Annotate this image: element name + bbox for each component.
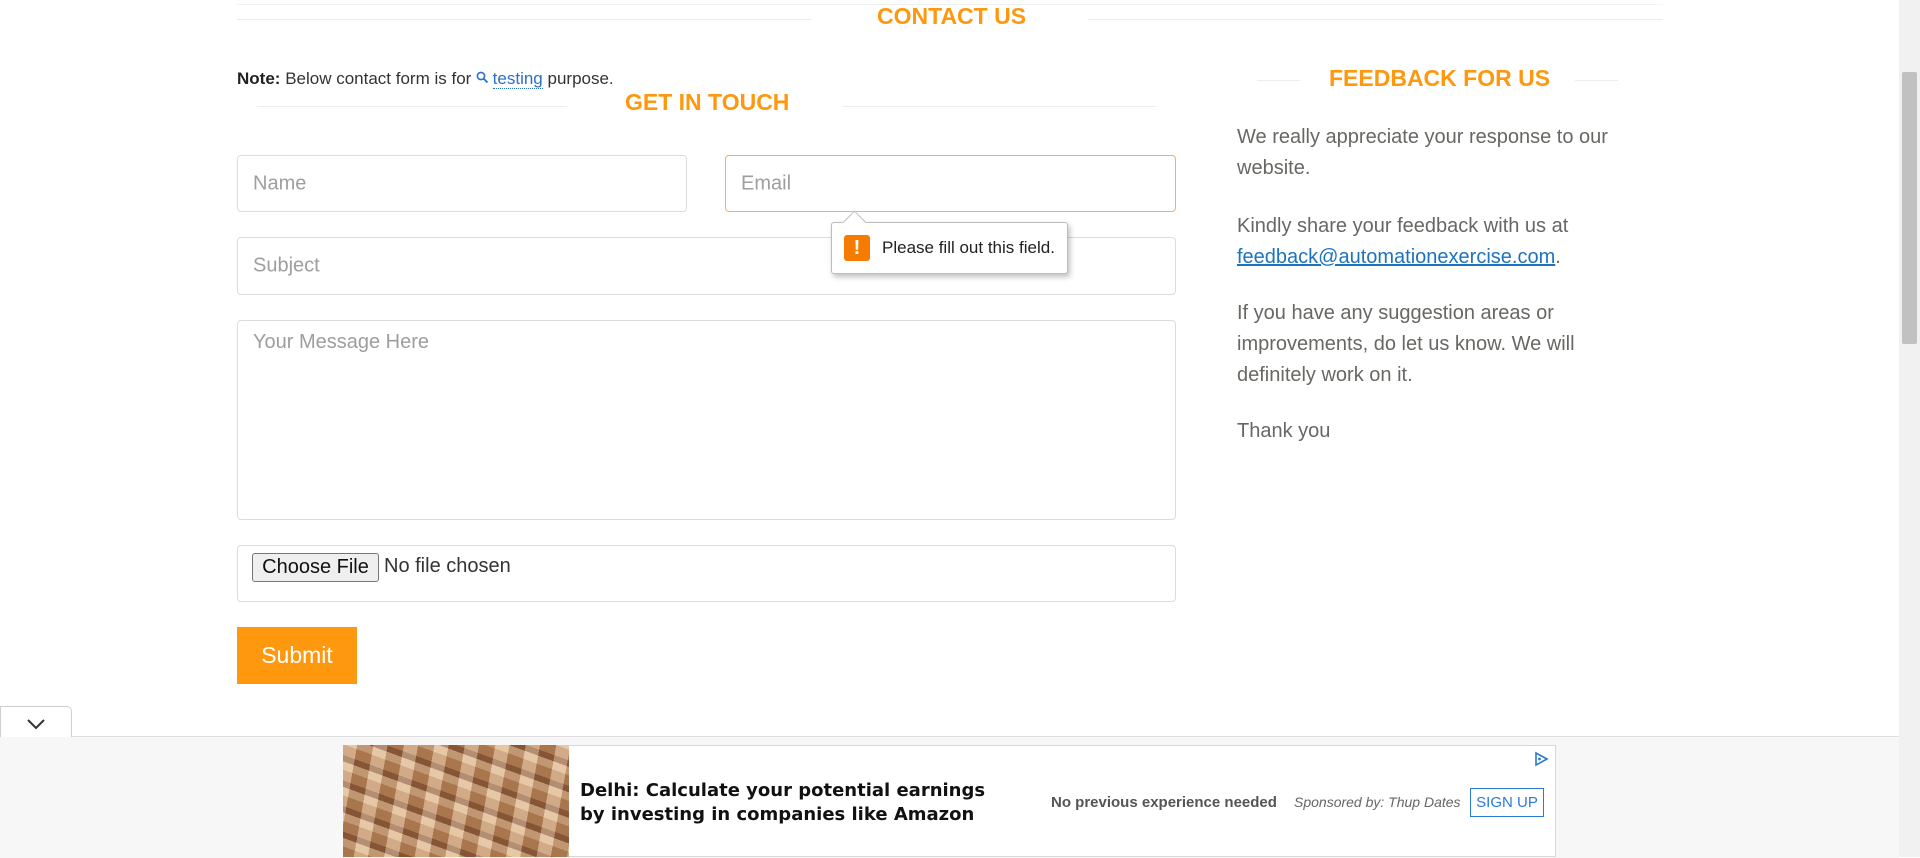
- ad-collapse-tab[interactable]: [0, 706, 72, 737]
- feedback-para-3: If you have any suggestion areas or impr…: [1237, 302, 1575, 386]
- ad-headline[interactable]: Delhi: Calculate your potential earnings…: [580, 779, 1000, 827]
- title-rule-right: [1088, 19, 1663, 20]
- note-text-end: purpose.: [547, 69, 614, 88]
- feedback-para-2-end: .: [1555, 246, 1561, 268]
- message-textarea[interactable]: Your Message Here: [237, 320, 1176, 520]
- feedback-para-2-text: Kindly share your feedback with us at: [1237, 215, 1569, 237]
- form-note: Note: Below contact form is for testing …: [237, 69, 614, 89]
- title-rule-left: [237, 19, 812, 20]
- warning-icon: !: [844, 235, 870, 261]
- feedback-title: FEEDBACK FOR US: [1329, 65, 1551, 91]
- feedback-rule-left: [1257, 80, 1300, 81]
- feedback-para-1: We really appreciate your response to ou…: [1237, 126, 1608, 179]
- testing-link[interactable]: testing: [492, 69, 543, 89]
- file-status: No file chosen: [384, 555, 511, 577]
- feedback-email-link[interactable]: feedback@automationexercise.com: [1237, 246, 1555, 268]
- email-input[interactable]: Email: [725, 155, 1176, 212]
- feedback-para-4: Thank you: [1237, 420, 1331, 442]
- name-placeholder: Name: [253, 172, 307, 194]
- ad-image[interactable]: [343, 745, 569, 857]
- note-label: Note:: [237, 69, 281, 88]
- subject-placeholder: Subject: [253, 254, 320, 277]
- form-title: GET IN TOUCH: [625, 89, 790, 115]
- ad-signup-button[interactable]: SIGN UP: [1470, 788, 1544, 817]
- tooltip-arrow: [842, 210, 867, 235]
- scrollbar-thumb[interactable]: [1902, 72, 1917, 344]
- validation-tooltip: ! Please fill out this field.: [831, 210, 1068, 274]
- chevron-down-icon[interactable]: [26, 718, 46, 730]
- ad-sponsor: Sponsored by: Thup Dates: [1294, 794, 1461, 810]
- validation-message: Please fill out this field.: [882, 238, 1055, 257]
- page-title: CONTACT US: [877, 3, 1027, 29]
- name-input[interactable]: Name: [237, 155, 687, 212]
- feedback-para-2: Kindly share your feedback with us at fe…: [1237, 211, 1647, 273]
- note-text: Below contact form is for: [285, 69, 472, 88]
- feedback-rule-right: [1575, 80, 1618, 81]
- search-icon: [476, 71, 493, 87]
- email-placeholder: Email: [741, 172, 792, 194]
- form-title-rule-right: [843, 106, 1156, 107]
- ad-subtext: No previous experience needed: [1051, 794, 1277, 811]
- ad-choices-icon[interactable]: [1533, 751, 1549, 767]
- choose-file-button[interactable]: Choose File: [252, 553, 379, 582]
- form-title-rule-left: [257, 106, 567, 107]
- submit-button[interactable]: Submit: [237, 627, 357, 684]
- message-placeholder: Your Message Here: [253, 331, 430, 353]
